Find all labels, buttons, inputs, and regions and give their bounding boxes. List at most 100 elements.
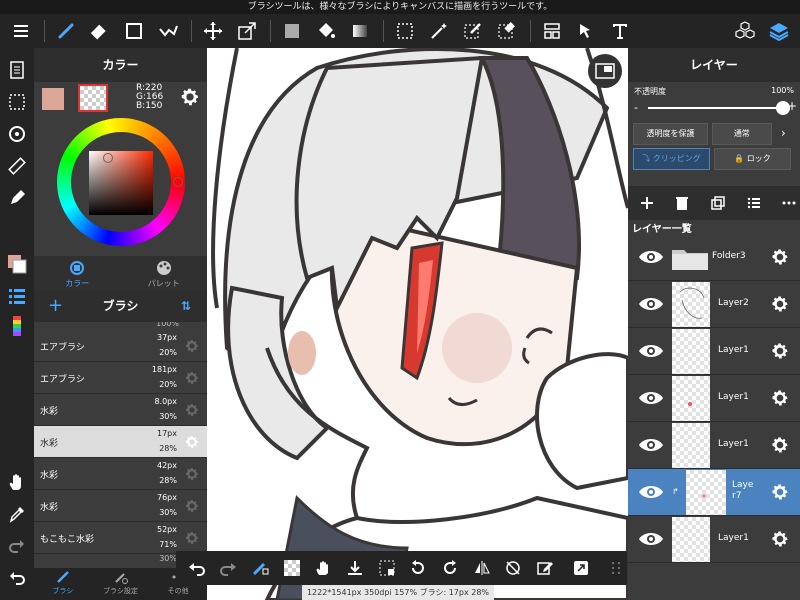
main-color-swatch[interactable] (42, 88, 64, 110)
pen-tool-icon[interactable] (5, 186, 29, 210)
selection-icon[interactable] (5, 90, 29, 114)
blend-mode-button[interactable]: 通常 (712, 123, 772, 145)
color-settings-gear-icon[interactable] (179, 86, 201, 108)
layer-settings-gear-icon[interactable] (770, 247, 790, 267)
rotate-left-icon[interactable] (407, 557, 429, 579)
brush-icon[interactable] (53, 18, 79, 44)
brush-item-selected[interactable]: 水彩 17px 28% (34, 426, 207, 458)
menu-icon[interactable] (8, 18, 34, 44)
rotate-canvas-icon[interactable] (5, 122, 29, 146)
brush-item[interactable]: 水彩 42px 28% (34, 458, 207, 490)
magic-wand-icon[interactable] (426, 18, 452, 44)
text-icon[interactable] (607, 18, 633, 44)
brush-item[interactable]: 水彩 76px 30% (34, 490, 207, 522)
transform-icon[interactable] (234, 18, 260, 44)
layer-row[interactable]: Layer1 (628, 375, 800, 422)
eye-icon[interactable] (638, 481, 664, 503)
brush-settings-gear-icon[interactable] (184, 434, 200, 450)
brush-settings-gear-icon[interactable] (184, 530, 200, 546)
opacity-slider-track[interactable] (648, 107, 780, 109)
layer-row[interactable]: Layer1 (628, 328, 800, 375)
select-eraser-icon[interactable] (494, 18, 520, 44)
eye-icon[interactable] (638, 293, 664, 315)
brush-item[interactable]: もこもこ水彩 52px 71% (34, 522, 207, 554)
ruler-icon[interactable] (5, 154, 29, 178)
reset-rotation-icon[interactable] (502, 557, 524, 579)
hue-cursor[interactable] (173, 177, 183, 187)
layer-row[interactable]: Layer2 (628, 281, 800, 328)
layer-row[interactable]: Layer1 (628, 516, 800, 563)
select-layer-icon[interactable] (573, 18, 599, 44)
brush-eraser-toggle-icon[interactable] (249, 557, 271, 579)
brush-settings-gear-icon[interactable] (184, 466, 200, 482)
select-options-icon[interactable] (376, 557, 398, 579)
eye-icon[interactable] (638, 434, 664, 456)
layer-settings-gear-icon[interactable] (770, 435, 790, 455)
layer-row-folder[interactable]: Folder3 (628, 234, 800, 281)
brush-settings-gear-icon[interactable] (184, 402, 200, 418)
flip-horizontal-icon[interactable] (471, 557, 493, 579)
hand-icon[interactable] (5, 470, 29, 494)
eye-icon[interactable] (638, 246, 664, 268)
eye-icon[interactable] (638, 387, 664, 409)
redo-icon[interactable] (218, 557, 240, 579)
rotate-right-icon[interactable] (439, 557, 461, 579)
import-icon[interactable] (344, 557, 366, 579)
brush-settings-gear-icon[interactable] (184, 370, 200, 386)
chevron-right-icon[interactable]: › (776, 123, 791, 145)
undo-icon[interactable] (5, 566, 29, 590)
brush-list-toggle-icon[interactable] (5, 284, 29, 308)
opacity-plus-button[interactable]: + (787, 99, 797, 113)
document-icon[interactable] (5, 58, 29, 82)
tab-brush-settings[interactable]: ブラシ設定 (92, 568, 150, 600)
layer-list-icon[interactable] (743, 192, 765, 214)
redo-icon[interactable] (5, 534, 29, 558)
transparent-color-icon[interactable] (281, 557, 303, 579)
brush-settings-gear-icon[interactable] (184, 498, 200, 514)
protect-alpha-button[interactable]: 透明度を保護 (633, 123, 708, 145)
edit-icon[interactable] (534, 557, 556, 579)
layers-icon[interactable] (766, 18, 792, 44)
duplicate-layer-icon[interactable] (707, 192, 729, 214)
grip-icon[interactable] (605, 557, 627, 579)
color-panel-toggle-icon[interactable] (5, 252, 29, 276)
layer-row[interactable]: Layer1 (628, 422, 800, 469)
fullscreen-icon[interactable] (570, 557, 592, 579)
layer-settings-gear-icon[interactable] (770, 482, 790, 502)
saturation-value-square[interactable] (89, 151, 153, 215)
layer-settings-gear-icon[interactable] (770, 341, 790, 361)
layout-icon[interactable] (539, 18, 565, 44)
move-icon[interactable] (200, 18, 226, 44)
sv-cursor[interactable] (103, 153, 113, 163)
materials-icon[interactable] (732, 18, 758, 44)
hand-icon[interactable] (313, 557, 335, 579)
sort-brush-icon[interactable]: ⇅ (181, 290, 191, 322)
fill-color-icon[interactable] (279, 18, 305, 44)
gradient-icon[interactable] (347, 18, 373, 44)
tab-color[interactable]: カラー (34, 256, 121, 290)
delete-layer-icon[interactable] (672, 192, 694, 214)
eraser-icon[interactable] (87, 18, 113, 44)
layer-menu-icon[interactable] (778, 192, 800, 214)
drawing-canvas[interactable] (207, 48, 628, 600)
eye-icon[interactable] (638, 340, 664, 362)
lock-button[interactable]: 🔒 ロック (714, 148, 791, 170)
sub-color-swatch[interactable] (78, 84, 108, 112)
layer-settings-gear-icon[interactable] (770, 294, 790, 314)
layer-row-selected[interactable]: ↱ Laye r7 (628, 469, 800, 516)
layer-settings-gear-icon[interactable] (770, 529, 790, 549)
rect-select-icon[interactable] (121, 18, 147, 44)
eyedropper-icon[interactable] (5, 502, 29, 526)
undo-icon[interactable] (186, 557, 208, 579)
correction-icon[interactable] (155, 18, 181, 44)
brush-item[interactable]: 水彩 8.0px 30% (34, 394, 207, 426)
bucket-icon[interactable] (313, 18, 339, 44)
add-brush-button[interactable]: + (48, 290, 63, 322)
brush-item[interactable]: エアブラシ 37px 20% (34, 330, 207, 362)
tab-palette[interactable]: パレット (121, 256, 208, 290)
color-bars-icon[interactable] (5, 314, 29, 338)
tab-brush[interactable]: ブラシ (34, 568, 92, 600)
canvas-view-button[interactable] (588, 54, 622, 88)
layer-settings-gear-icon[interactable] (770, 388, 790, 408)
brush-settings-gear-icon[interactable] (184, 338, 200, 354)
